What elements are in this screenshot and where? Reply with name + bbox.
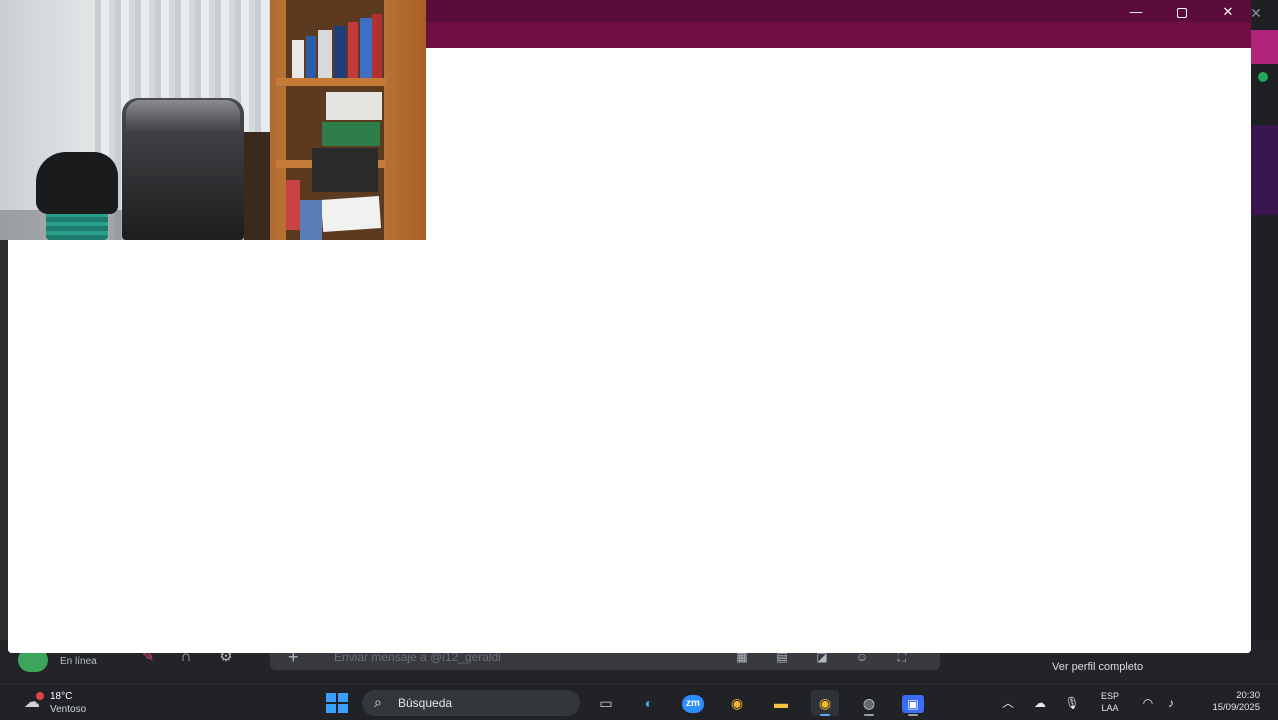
chevron-up-icon[interactable]: ︿ [999,694,1017,712]
start-button[interactable] [324,692,348,714]
chrome-icon[interactable]: ◉ [723,690,751,716]
webcam-jacket [36,152,118,214]
close-button[interactable]: ✕ [1214,2,1242,22]
background-server-icon[interactable] [1250,30,1278,64]
chrome-active-app[interactable]: ◉ [811,690,839,716]
wifi-icon[interactable]: ◠ [1139,694,1157,712]
chrome-profile-icon: ◉ [818,695,832,711]
taskbar: ☁ 18°C Ventoso ⌕ Búsqueda ▭ ◐ zm ◉ ▬ ◉ ◍… [0,684,1278,720]
webcam-tray [312,148,378,192]
zoom-icon: zm [682,695,704,714]
user-status-text: En línea [60,656,97,667]
webcam-book [318,30,332,78]
input-language[interactable]: ESP LAA [1098,690,1122,714]
webcam-book [334,26,346,78]
windows-logo-icon [326,704,336,713]
weather-cloud-icon[interactable]: ☁ [20,692,44,714]
webcam-book [286,180,300,230]
active-app-indicator [820,714,830,716]
webcam-preview [0,0,426,240]
online-status-dot [1258,72,1268,82]
task-view-icon[interactable]: ▭ [592,690,620,716]
windows-logo-icon [326,693,336,702]
windows-logo-icon [338,704,348,713]
taskbar-search[interactable]: ⌕ Búsqueda [362,690,580,716]
webcam-green-box [322,122,380,146]
screen-app-button[interactable]: ▣ [899,690,927,716]
screen-app-icon: ▣ [902,695,924,714]
webcam-book [300,200,322,240]
search-placeholder: Búsqueda [398,696,453,710]
minimize-button[interactable]: — [1122,2,1150,22]
background-profile-banner [1250,125,1278,215]
clock-date: 15/09/2025 [1212,702,1260,713]
clock-time: 20:30 [1236,690,1260,701]
microphone-icon[interactable]: 🎙 [1063,694,1081,712]
view-full-profile-link[interactable]: Ver perfil completo [1052,661,1143,673]
input-language-line1: ESP [1100,691,1119,701]
weather-description[interactable]: Ventoso [50,704,86,715]
maximize-button[interactable] [1168,2,1196,22]
folder-icon[interactable]: ▬ [767,690,795,716]
webcam-book-stack [326,92,382,120]
input-language-line2: LAA [1101,703,1119,713]
background-right-strip [1250,0,1278,684]
running-app-indicator [908,714,918,716]
webcam-book [292,40,304,78]
webcam-book [348,22,358,78]
webcam-book [306,36,316,78]
running-app-indicator [864,714,874,716]
maximize-icon [1177,7,1187,18]
zoom-app-button[interactable]: zm [679,690,707,716]
discord-taskbar-app[interactable]: ◍ [855,690,883,716]
webcam-book [372,14,382,78]
weather-temperature[interactable]: 18°C [50,691,72,702]
discord-icon: ◍ [862,695,876,711]
search-icon: ⌕ [374,694,382,710]
volume-icon[interactable]: ♪ [1162,694,1180,712]
taskbar-clock[interactable]: 20:30 15/09/2025 [1196,690,1260,714]
webcam-papers [320,196,382,232]
webcam-shelf-board [276,78,386,86]
webcam-book [360,18,372,78]
webcam-chair-headrest [126,100,240,134]
cloud-sync-icon[interactable]: ☁ [1031,694,1049,712]
edge-icon[interactable]: ◐ [635,690,663,716]
windows-logo-icon [338,693,348,702]
